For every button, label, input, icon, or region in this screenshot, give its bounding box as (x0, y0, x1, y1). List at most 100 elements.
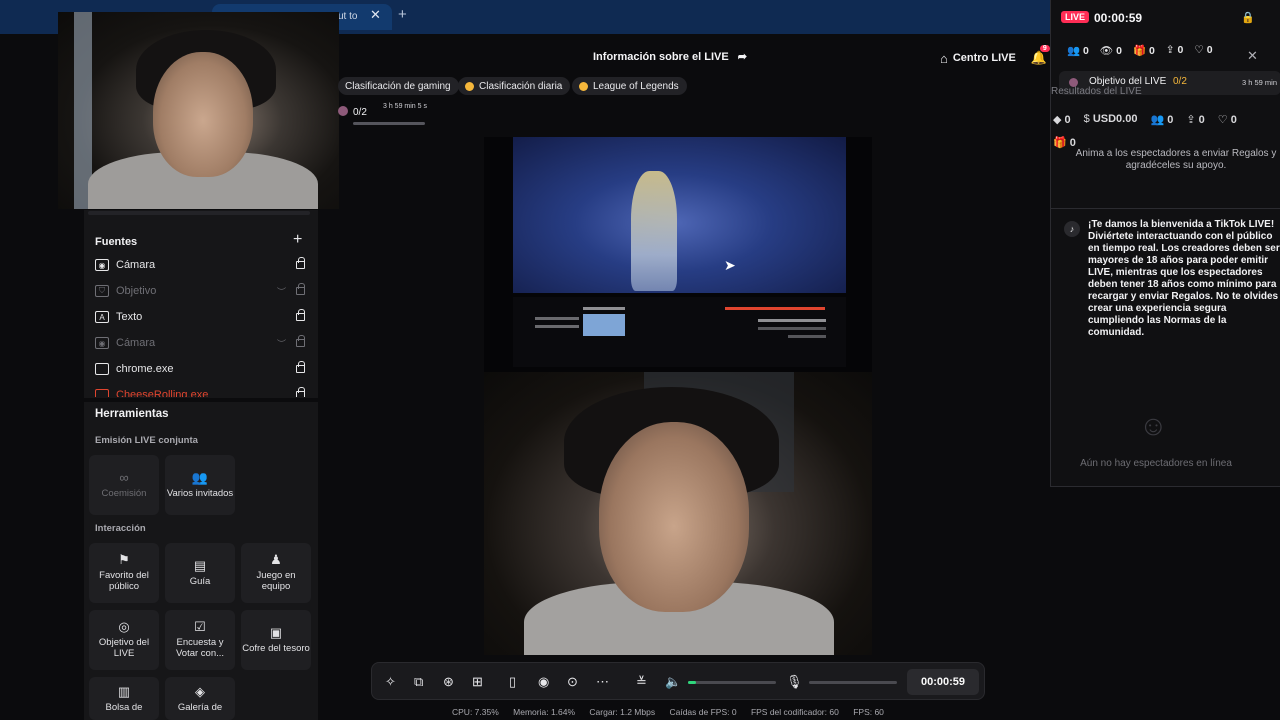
goal-widget[interactable]: 0/2 3 h 59 min 5 s (338, 100, 428, 128)
coop-title: Emisión LIVE conjunta (95, 435, 198, 446)
lock-icon[interactable] (296, 309, 305, 321)
source-item-chrome[interactable]: chrome.exe (95, 356, 307, 382)
live-badge: LIVE (1061, 11, 1090, 23)
welcome-message: ¡Te damos la bienvenida a TikTok LIVE! D… (1088, 219, 1280, 338)
microphone-icon[interactable]: 🎙 (786, 674, 803, 690)
diamond-stat: ◆ 0 (1053, 114, 1071, 126)
text-icon: A (95, 311, 109, 323)
pill-league-of-legends[interactable]: League of Legends (572, 77, 687, 95)
camera-switch-icon[interactable]: ⊙ (567, 674, 578, 690)
goal-progress: 0/2 (353, 107, 367, 118)
window-icon (95, 363, 109, 375)
ai-icon[interactable]: ⊛ (443, 674, 454, 690)
translate-icon[interactable]: ⧉ (414, 674, 423, 690)
bolsa-button[interactable]: ▥ Bolsa de (89, 677, 159, 720)
guia-button[interactable]: ▤ Guía (165, 543, 235, 603)
results-title: Resultados del LIVE (1051, 86, 1142, 97)
browser-capture (513, 297, 846, 367)
source-item-texto[interactable]: A Texto (95, 304, 307, 330)
avatar (338, 106, 348, 116)
webcam-overlay (58, 12, 339, 209)
control-bar: ✧ ⧉ ⊛ ⊞ ▯ ◉ ⊙ ⋯ ≚ 🔈 🎙 00:00:59 (371, 662, 985, 700)
views-stat: 👁 0 (1099, 45, 1122, 57)
link-icon: ∞ (119, 469, 129, 485)
varios-invitados-button[interactable]: 👥 Varios invitados (165, 455, 235, 515)
phone-icon[interactable]: ▯ (509, 674, 516, 690)
mic-slider[interactable] (809, 681, 897, 684)
stream-timer: 00:00:59 (907, 669, 979, 695)
game-scene (513, 137, 846, 293)
eye-hidden-icon[interactable]: ︶ (277, 285, 286, 298)
new-tab-icon[interactable]: + (398, 6, 407, 23)
tab-close-icon[interactable]: ✕ (370, 7, 381, 23)
share-icon[interactable]: ➦ (738, 51, 747, 63)
user-star-icon: ⚑ (118, 552, 130, 567)
encourage-text: Anima a los espectadores a enviar Regalo… (1075, 148, 1277, 171)
eye-hidden-icon[interactable]: ︶ (277, 337, 286, 350)
live-stats: 👥 0 👁 0 🎁 0 ⇪ 0 ♡ 0 (1067, 44, 1224, 57)
page-title[interactable]: Información sobre el LIVE ➦ (540, 50, 800, 63)
live-timer: 00:00:59 (1094, 11, 1143, 25)
coin-icon (465, 81, 474, 91)
galeria-button[interactable]: ◈ Galería de (165, 677, 235, 720)
notification-icon[interactable]: 🔔 9 (1031, 45, 1050, 66)
goal-time: 3 h 59 min (1242, 78, 1278, 87)
target-icon: ◎ (118, 619, 130, 634)
centro-live-link[interactable]: ⌂ Centro LIVE 🔔 9 (940, 45, 1050, 68)
source-item-objetivo[interactable]: ⛉ Objetivo ︶ (95, 278, 307, 304)
new-followers-stat: ⇪ 0 (1186, 114, 1205, 126)
lock-icon[interactable] (296, 335, 305, 347)
sources-title: Fuentes (95, 236, 138, 248)
status-bar: CPU: 7.35% Memoria: 1.64% Cargar: 1.2 Mb… (452, 707, 884, 717)
lock-icon[interactable] (296, 283, 305, 295)
cursor-icon: ➤ (724, 257, 736, 273)
pill-daily-ranking[interactable]: Clasificación diaria (458, 77, 571, 95)
close-panel-icon[interactable]: ✕ (1247, 48, 1258, 64)
notification-badge: 9 (1039, 45, 1050, 52)
team-icon: ♟ (270, 552, 282, 567)
poll-icon: ☑ (194, 619, 206, 634)
tools-title: Herramientas (95, 408, 169, 420)
add-source-icon[interactable]: + (293, 231, 302, 249)
lock-icon[interactable] (296, 257, 305, 269)
home-icon: ⌂ (940, 50, 948, 66)
goal-time: 3 h 59 min 5 s (383, 103, 427, 110)
add-scene-icon[interactable]: ⊞ (472, 674, 483, 690)
likes-stat: ♡ 0 (1194, 44, 1213, 56)
volume-slider[interactable] (688, 681, 776, 684)
bag-icon: ▥ (117, 684, 131, 699)
gifts-stat: 🎁 0 (1132, 45, 1155, 57)
objetivo-live-button[interactable]: ◎ Objetivo del LIVE (89, 610, 159, 670)
record-icon[interactable]: ◉ (538, 674, 549, 690)
gallery-icon: ◈ (195, 684, 205, 699)
empty-viewers-icon: ☺ (1139, 410, 1168, 441)
browser-tab-title: ut to (338, 11, 358, 22)
goal-progress-bar (353, 122, 425, 125)
interaction-title: Interacción (95, 523, 146, 534)
no-viewers-text: Aún no hay espectadores en línea (1080, 458, 1232, 469)
sources-list: ◉ Cámara ⛉ Objetivo ︶ A Texto ◉ Cámara ︶… (95, 252, 307, 397)
cofre-tesoro-button[interactable]: ▣ Cofre del tesoro (241, 610, 311, 670)
book-icon: ▤ (193, 557, 207, 573)
pill-gaming-ranking[interactable]: Clasificación de gaming (338, 77, 459, 95)
lock-icon[interactable] (296, 361, 305, 373)
volume-icon[interactable]: 🔈 (665, 674, 681, 690)
source-item-camara-2[interactable]: ◉ Cámara ︶ (95, 330, 307, 356)
magic-wand-icon[interactable]: ✧ (385, 674, 396, 690)
more-icon[interactable]: ⋯ (596, 674, 609, 690)
settings-sliders-icon[interactable]: ≚ (636, 674, 647, 690)
source-item-camara[interactable]: ◉ Cámara (95, 252, 307, 278)
source-item-cheese[interactable]: CheeseRolling.exe (95, 382, 307, 397)
favorito-publico-button[interactable]: ⚑ Favorito del público (89, 543, 159, 603)
window-icon (95, 389, 109, 397)
stream-preview[interactable]: ➤ (484, 137, 872, 655)
coemision-button[interactable]: ∞ Coemisión (89, 455, 159, 515)
tiktok-icon: ♪ (1064, 221, 1080, 237)
encuesta-button[interactable]: ☑ Encuesta y Votar con... (165, 610, 235, 670)
lock-panel-icon[interactable]: 🔒 (1241, 11, 1255, 24)
juego-equipo-button[interactable]: ♟ Juego en equipo (241, 543, 311, 603)
live-panel: LIVE 00:00:59 🔒 ✕ 👥 0 👁 0 🎁 0 ⇪ 0 ♡ 0 Ob… (1050, 0, 1280, 487)
lock-icon[interactable] (296, 387, 305, 397)
share-stat: ⇪ 0 (1165, 44, 1184, 56)
camera-capture (484, 372, 872, 655)
